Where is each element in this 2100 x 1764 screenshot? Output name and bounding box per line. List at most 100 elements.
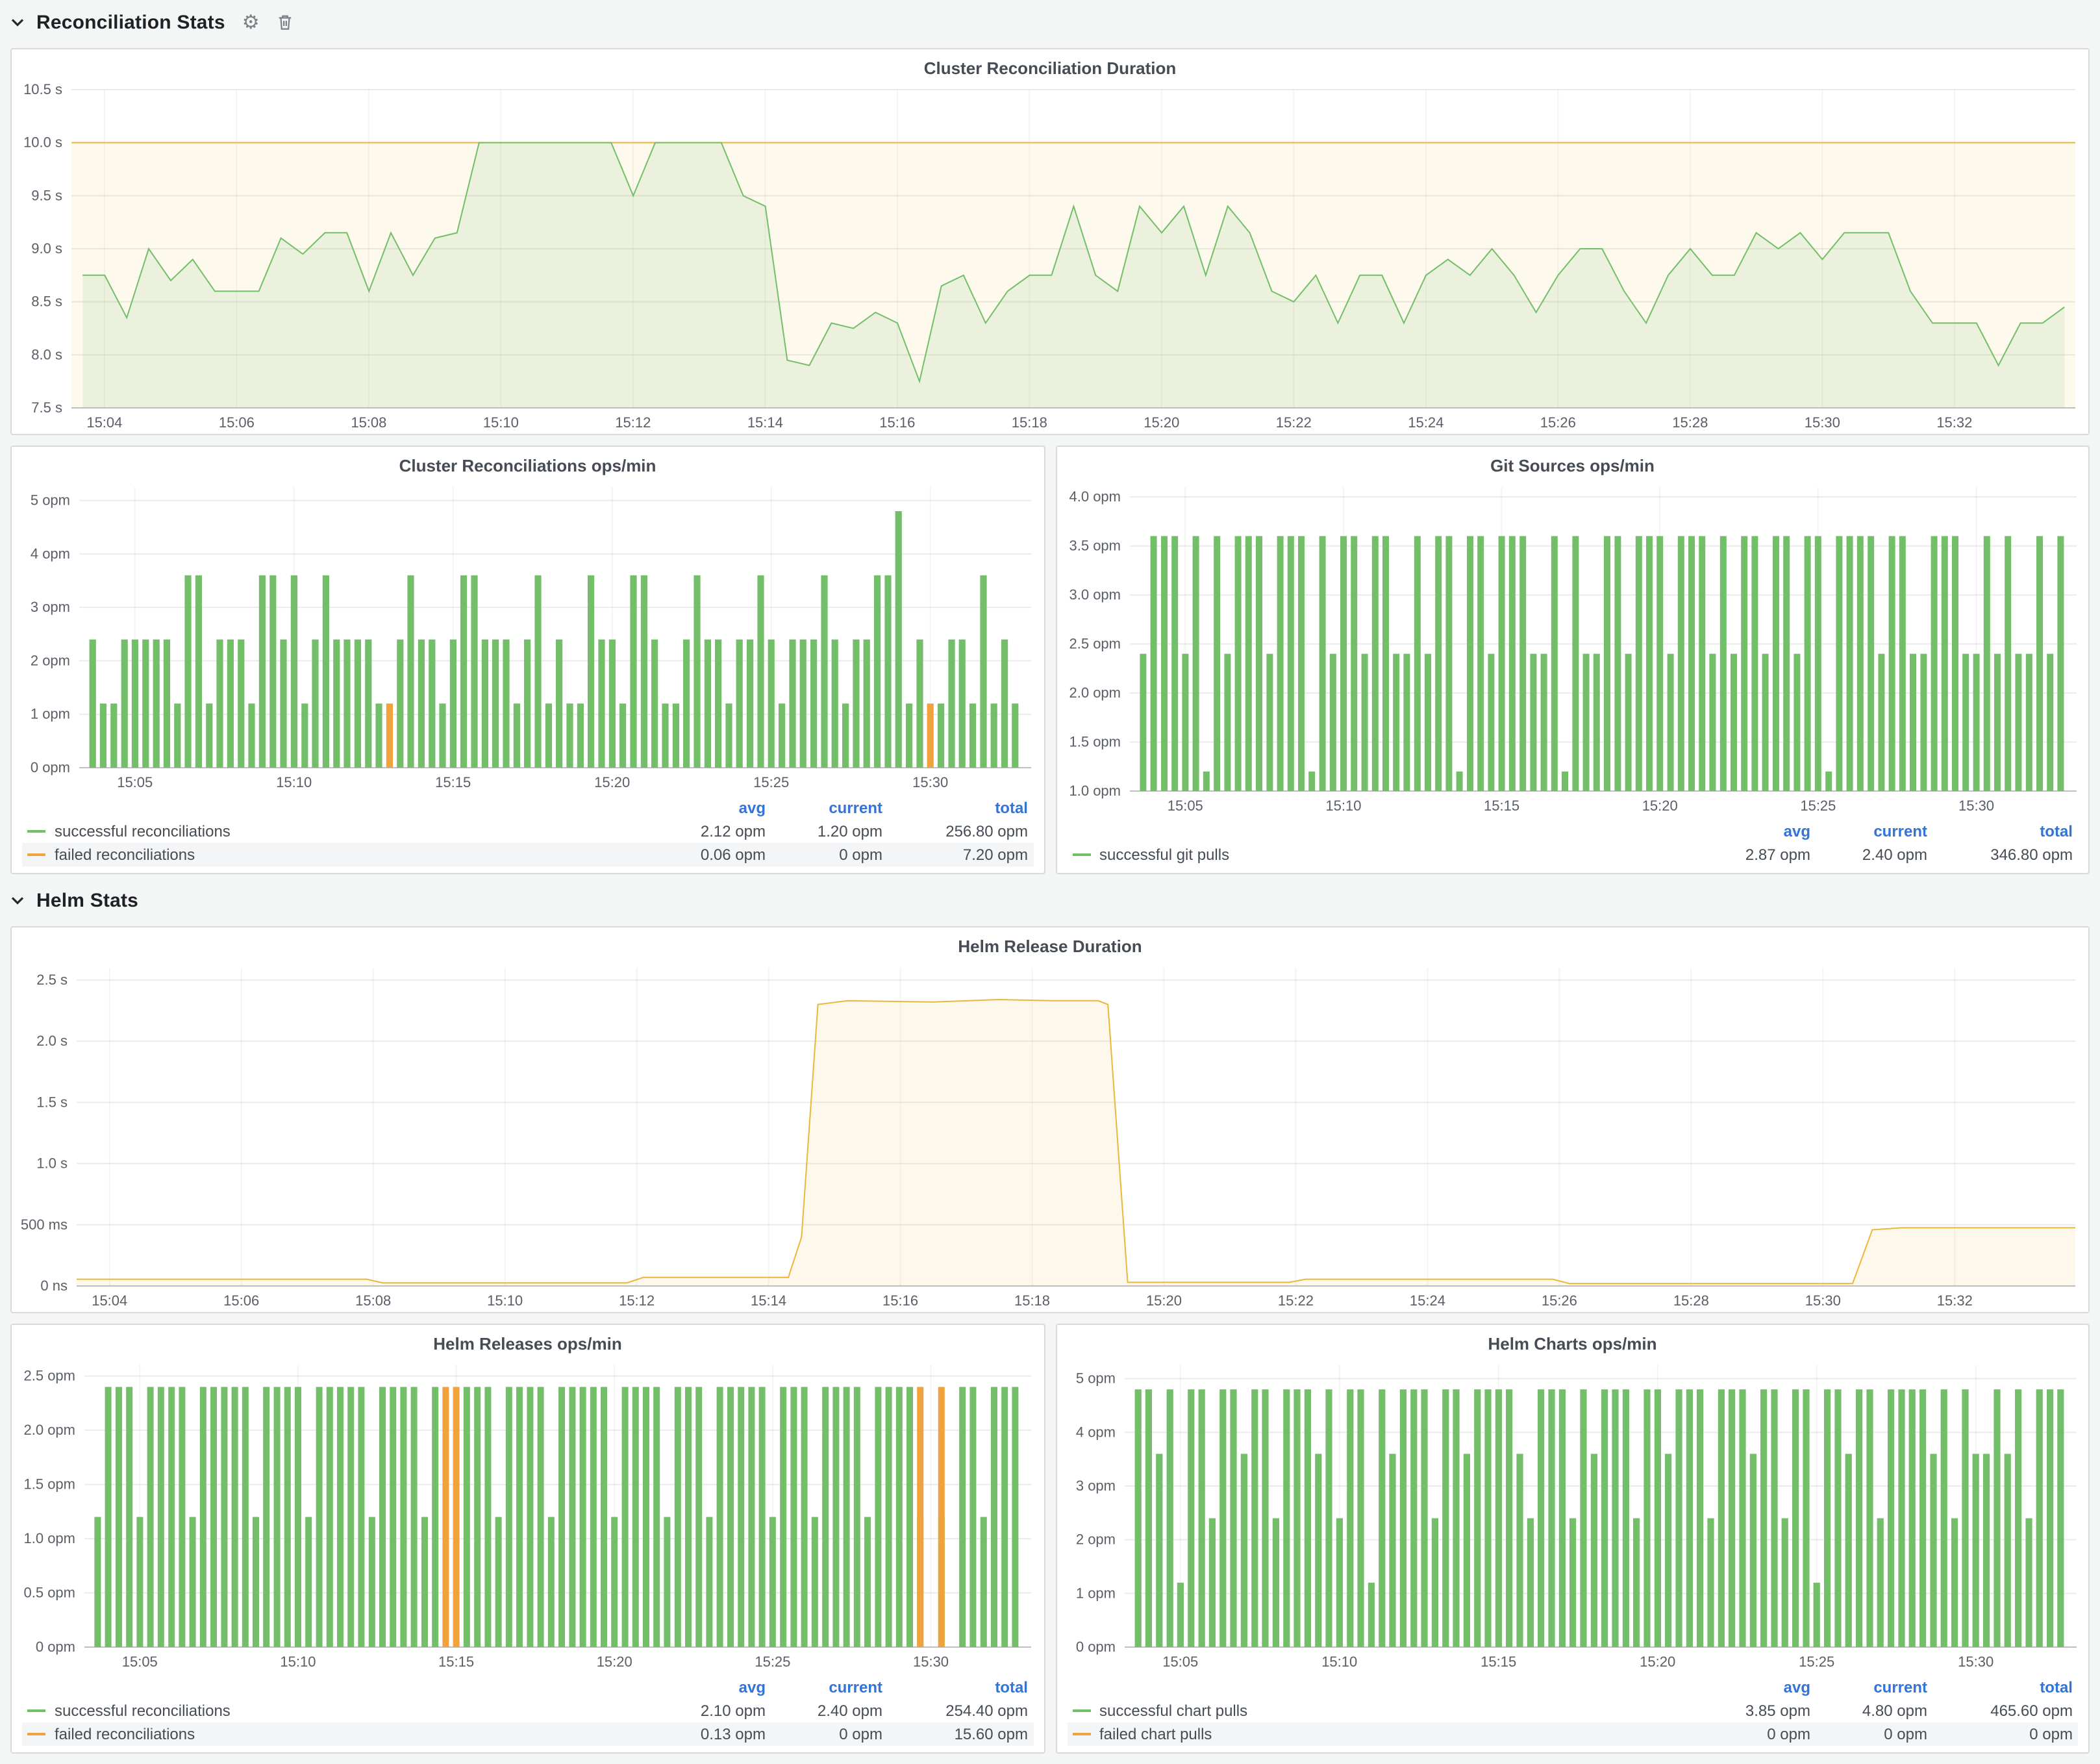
series-swatch [1072,1733,1090,1735]
dashboard: Reconciliation Stats ⚙ Cluster Reconcili… [0,0,2100,1764]
svg-text:0 opm: 0 opm [31,759,70,775]
svg-text:4 opm: 4 opm [1075,1424,1115,1440]
git-sources-ops-chart[interactable]: 15:0515:1015:1515:2015:2515:301.0 opm1.5… [1056,479,2088,817]
svg-text:15:25: 15:25 [755,1654,790,1670]
panel-git-sources-ops: Git Sources ops/min 15:0515:1015:1515:20… [1055,446,2090,874]
svg-text:15:14: 15:14 [751,1292,786,1309]
legend-avg: 0.06 opm [654,843,771,866]
cluster-reconciliation-duration-chart[interactable]: 15:0415:0615:0815:1015:1215:1415:1615:18… [12,82,2088,434]
legend: avg current total successful reconciliat… [12,794,1044,873]
panel-helm-charts-ops: Helm Charts ops/min 15:0515:1015:1515:20… [1055,1324,2090,1754]
legend-series[interactable]: successful reconciliations [22,1699,654,1722]
svg-text:1.0 opm: 1.0 opm [24,1530,76,1546]
legend-header: avg current total [22,796,1033,820]
legend-current: 1.20 opm [771,820,888,843]
svg-text:15:32: 15:32 [1937,1292,1973,1309]
legend-row: successful reconciliations 2.10 opm 2.40… [22,1699,1033,1722]
legend-header: avg current total [1067,1676,2078,1699]
svg-text:4 opm: 4 opm [31,546,70,562]
svg-text:15:12: 15:12 [619,1292,655,1309]
svg-text:15:04: 15:04 [86,414,122,431]
svg-text:15:20: 15:20 [1144,414,1179,431]
panel-title[interactable]: Helm Release Duration [12,927,2088,960]
svg-text:15:20: 15:20 [1642,798,1677,814]
legend-series[interactable]: failed reconciliations [22,1722,654,1746]
helm-charts-ops-chart[interactable]: 15:0515:1015:1515:2015:2515:300 opm1 opm… [1056,1357,2088,1673]
legend-total: 256.80 opm [888,820,1033,843]
legend-header: avg current total [22,1676,1033,1699]
legend-current: 0 opm [771,1722,888,1746]
legend-col-current[interactable]: current [771,1676,888,1699]
svg-text:15:08: 15:08 [351,414,386,431]
svg-text:15:18: 15:18 [1012,414,1047,431]
svg-text:15:22: 15:22 [1276,414,1312,431]
legend-current: 2.40 opm [771,1699,888,1722]
legend-col-avg[interactable]: avg [654,796,771,820]
svg-text:5 opm: 5 opm [31,492,70,509]
panel-title[interactable]: Cluster Reconciliation Duration [12,49,2088,82]
svg-text:1.0 opm: 1.0 opm [1069,783,1121,799]
legend-row: successful git pulls 2.87 opm 2.40 opm 3… [1067,843,2078,866]
legend-avg: 2.10 opm [654,1699,771,1722]
svg-text:5 opm: 5 opm [1075,1370,1115,1387]
legend-total: 465.60 opm [1932,1699,2078,1722]
legend-row: successful reconciliations 2.12 opm 1.20… [22,820,1033,843]
legend-col-total[interactable]: total [1932,820,2078,843]
svg-text:15:20: 15:20 [597,1654,632,1670]
legend-col-avg[interactable]: avg [1699,1676,1816,1699]
svg-text:3.0 opm: 3.0 opm [1069,586,1121,603]
svg-text:15:08: 15:08 [355,1292,391,1309]
svg-text:1.5 opm: 1.5 opm [1069,734,1121,750]
legend: avg current total successful reconciliat… [12,1673,1044,1752]
svg-text:15:24: 15:24 [1410,1292,1445,1309]
panel-title[interactable]: Helm Charts ops/min [1056,1325,2088,1357]
svg-text:0 opm: 0 opm [1075,1639,1115,1655]
legend-series[interactable]: failed reconciliations [22,843,654,866]
legend-avg: 0.13 opm [654,1722,771,1746]
trash-icon[interactable] [277,13,294,31]
legend-series[interactable]: successful chart pulls [1067,1699,1699,1722]
legend-col-avg[interactable]: avg [1699,820,1816,843]
svg-text:15:18: 15:18 [1014,1292,1050,1309]
legend-col-current[interactable]: current [1816,1676,1932,1699]
panel-cluster-reconciliations-ops: Cluster Reconciliations ops/min 15:0515:… [10,446,1045,874]
svg-text:15:05: 15:05 [1167,798,1203,814]
section-helm-stats[interactable]: Helm Stats [10,885,2090,916]
svg-text:15:26: 15:26 [1542,1292,1577,1309]
gear-icon[interactable]: ⚙ [242,12,260,32]
section-reconciliation-stats[interactable]: Reconciliation Stats ⚙ [10,6,2090,38]
svg-text:10.0 s: 10.0 s [23,134,62,151]
legend-col-total[interactable]: total [888,796,1033,820]
svg-text:15:30: 15:30 [1958,798,1994,814]
svg-text:15:25: 15:25 [753,774,789,790]
legend-col-total[interactable]: total [1932,1676,2078,1699]
svg-text:2.0 opm: 2.0 opm [1069,685,1121,701]
helm-releases-ops-chart[interactable]: 15:0515:1015:1515:2015:2515:300 opm0.5 o… [12,1357,1044,1673]
legend-series[interactable]: failed chart pulls [1067,1722,1699,1746]
svg-text:1.0 s: 1.0 s [36,1155,68,1172]
series-swatch [27,1709,45,1712]
legend-avg: 3.85 opm [1699,1699,1816,1722]
panel-title[interactable]: Cluster Reconciliations ops/min [12,447,1044,479]
svg-text:15:30: 15:30 [912,774,948,790]
panel-title[interactable]: Helm Releases ops/min [12,1325,1044,1357]
svg-text:2.0 s: 2.0 s [36,1033,68,1049]
cluster-reconciliations-ops-chart[interactable]: 15:0515:1015:1515:2015:2515:300 opm1 opm… [12,479,1044,794]
legend-col-current[interactable]: current [771,796,888,820]
legend-series[interactable]: successful git pulls [1067,843,1699,866]
svg-text:15:06: 15:06 [223,1292,259,1309]
legend-col-current[interactable]: current [1816,820,1932,843]
chevron-down-icon [10,18,25,27]
svg-text:15:25: 15:25 [1799,798,1835,814]
svg-text:0 ns: 0 ns [40,1278,68,1294]
legend-row: failed reconciliations 0.06 opm 0 opm 7.… [22,843,1033,866]
svg-text:2 opm: 2 opm [1075,1531,1115,1548]
legend-col-avg[interactable]: avg [654,1676,771,1699]
panel-title[interactable]: Git Sources ops/min [1056,447,2088,479]
panel-helm-releases-ops: Helm Releases ops/min 15:0515:1015:1515:… [10,1324,1045,1754]
legend-series[interactable]: successful reconciliations [22,820,654,843]
legend-avg: 2.12 opm [654,820,771,843]
helm-release-duration-chart[interactable]: 15:0415:0615:0815:1015:1215:1415:1615:18… [12,960,2088,1312]
legend-col-total[interactable]: total [888,1676,1033,1699]
svg-text:9.0 s: 9.0 s [31,240,62,257]
